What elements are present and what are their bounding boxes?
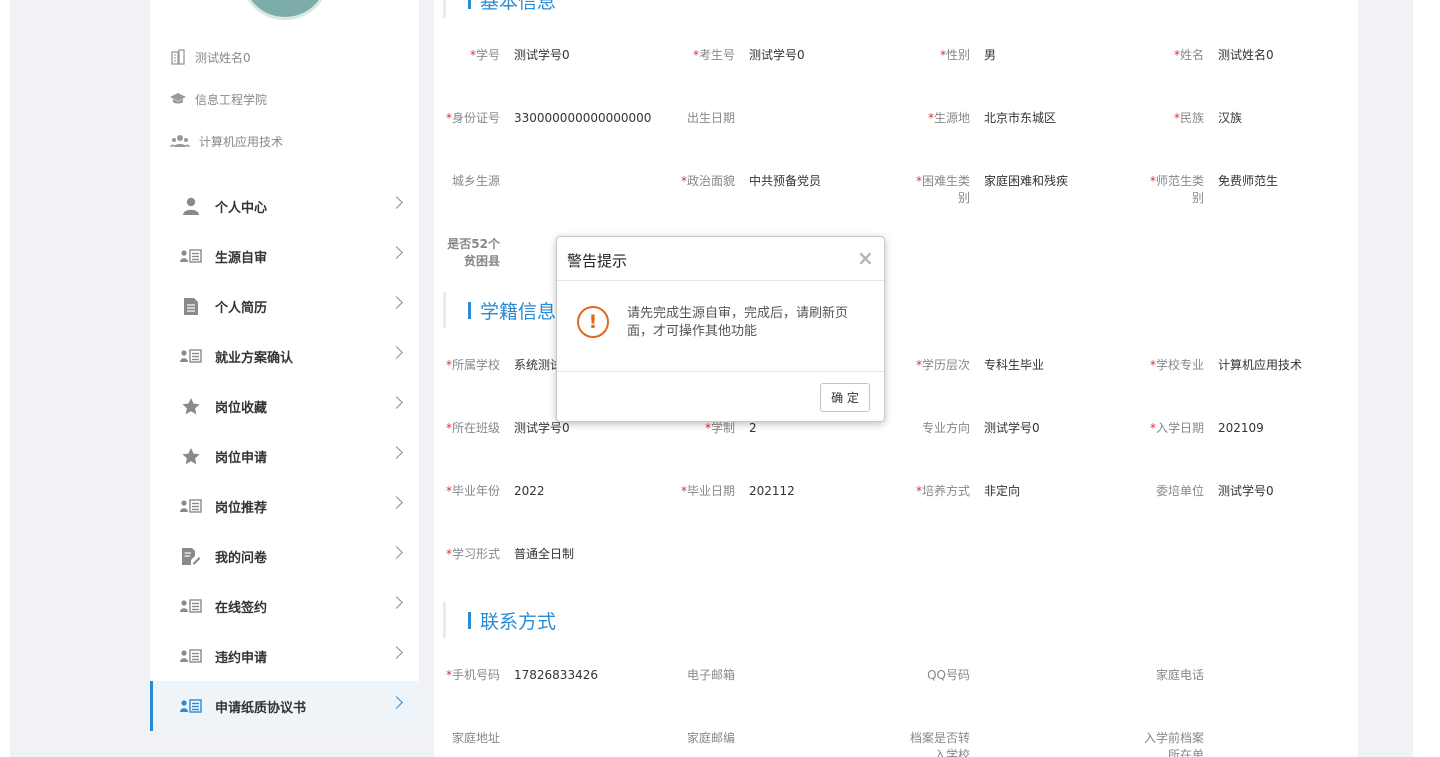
dialog-header: 警告提示 × <box>557 237 884 281</box>
id-card-list-icon <box>180 596 202 616</box>
section-title-text: 基本信息 <box>480 0 557 13</box>
avatar <box>242 0 328 20</box>
chevron-right-icon <box>390 496 403 509</box>
sidebar-item-job-recommendation[interactable]: 岗位推荐 <box>150 481 419 531</box>
section-title-text: 学籍信息 <box>480 300 557 323</box>
id-card-list-icon <box>180 496 202 516</box>
graduation-cap-icon <box>169 91 187 107</box>
star-icon <box>180 396 202 416</box>
building-icon <box>169 49 187 65</box>
profile-name-line: 测试姓名0 <box>169 47 251 67</box>
sidebar-item-label: 申请纸质协议书 <box>215 700 307 716</box>
person-icon <box>180 196 202 216</box>
profile-college-line: 信息工程学院 <box>169 89 267 109</box>
section-title-basic: 基本信息 <box>443 0 556 18</box>
dialog-title: 警告提示 <box>567 252 628 270</box>
sidebar-item-label: 岗位申请 <box>215 450 268 466</box>
sidebar-item-label: 生源自审 <box>215 250 268 266</box>
users-icon <box>169 133 191 149</box>
sidebar-item-label: 岗位推荐 <box>215 500 268 516</box>
chevron-right-icon <box>390 696 403 709</box>
sidebar-item-label: 就业方案确认 <box>215 350 294 366</box>
section-title-school: 学籍信息 <box>443 292 556 328</box>
chevron-right-icon <box>390 546 403 559</box>
id-card-list-icon <box>180 346 202 366</box>
chevron-right-icon <box>390 346 403 359</box>
warning-dialog: 警告提示 × ! 请先完成生源自审，完成后，请刷新页面，才可操作其他功能 确 定 <box>556 236 885 422</box>
chevron-right-icon <box>390 246 403 259</box>
dialog-divider <box>557 371 884 372</box>
section-title-contact: 联系方式 <box>443 602 556 638</box>
section-marker <box>468 612 471 629</box>
chevron-right-icon <box>390 296 403 309</box>
chevron-right-icon <box>390 196 403 209</box>
profile-college: 信息工程学院 <box>195 92 268 107</box>
sidebar-item-breach-application[interactable]: 违约申请 <box>150 631 419 681</box>
section-marker <box>468 0 471 9</box>
close-icon[interactable]: × <box>857 248 874 268</box>
section-title-text: 联系方式 <box>480 610 557 633</box>
id-card-list-icon <box>180 246 202 266</box>
edit-document-icon <box>180 546 202 566</box>
sidebar-item-paper-agreement[interactable]: 申请纸质协议书 <box>150 681 419 731</box>
section-marker <box>468 302 471 319</box>
id-card-list-icon <box>180 646 202 666</box>
profile-major-line: 计算机应用技术 <box>169 131 283 151</box>
sidebar-item-label: 在线签约 <box>215 600 268 616</box>
confirm-button[interactable]: 确 定 <box>820 383 870 412</box>
sidebar: 测试姓名0 信息工程学院 计算机应用技术 个人中心 生源自审 个人简历 就业方案… <box>150 0 419 731</box>
sidebar-item-online-signing[interactable]: 在线签约 <box>150 581 419 631</box>
chevron-right-icon <box>390 396 403 409</box>
sidebar-item-label: 岗位收藏 <box>215 400 268 416</box>
chevron-right-icon <box>390 596 403 609</box>
sidebar-item-label: 违约申请 <box>215 650 268 666</box>
sidebar-item-label: 我的问卷 <box>215 550 268 566</box>
sidebar-item-my-survey[interactable]: 我的问卷 <box>150 531 419 581</box>
warning-icon: ! <box>577 306 609 338</box>
sidebar-item-source-review[interactable]: 生源自审 <box>150 231 419 281</box>
sidebar-item-label: 个人中心 <box>215 200 268 216</box>
sidebar-menu: 个人中心 生源自审 个人简历 就业方案确认 岗位收藏 岗位申请 岗位推荐 我的问… <box>150 181 419 731</box>
sidebar-item-label: 个人简历 <box>215 300 268 316</box>
document-icon <box>180 296 202 316</box>
star-icon <box>180 446 202 466</box>
sidebar-item-employment-plan[interactable]: 就业方案确认 <box>150 331 419 381</box>
sidebar-item-job-favorites[interactable]: 岗位收藏 <box>150 381 419 431</box>
sidebar-item-resume[interactable]: 个人简历 <box>150 281 419 331</box>
id-card-list-icon <box>180 696 202 716</box>
profile-name: 测试姓名0 <box>195 50 251 65</box>
sidebar-item-personal-center[interactable]: 个人中心 <box>150 181 419 231</box>
dialog-message: 请先完成生源自审，完成后，请刷新页面，才可操作其他功能 <box>627 306 849 339</box>
chevron-right-icon <box>390 646 403 659</box>
sidebar-item-job-application[interactable]: 岗位申请 <box>150 431 419 481</box>
chevron-right-icon <box>390 446 403 459</box>
profile-major: 计算机应用技术 <box>199 134 284 149</box>
